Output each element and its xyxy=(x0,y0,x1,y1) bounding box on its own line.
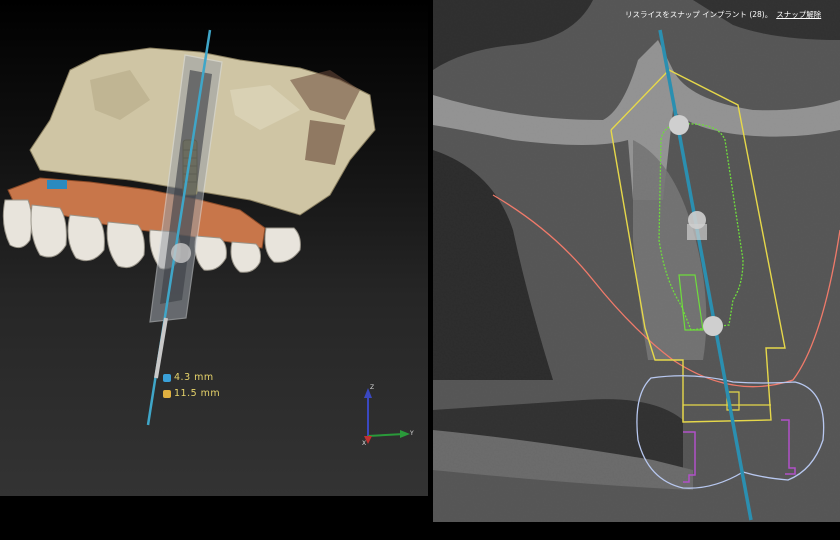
implant-apex-marker xyxy=(171,243,191,263)
3d-render-canvas[interactable] xyxy=(0,0,428,496)
cross-section-pane[interactable]: リスライスをスナップ インプラント (28)。 スナップ解除 xyxy=(433,0,840,522)
snap-undo-link[interactable]: スナップ解除 xyxy=(776,9,821,20)
bottom-bar-left xyxy=(0,496,428,540)
snap-status-bar: リスライスをスナップ インプラント (28)。 スナップ解除 xyxy=(625,9,821,20)
snap-label: リスライスをスナップ インプラント (28)。 xyxy=(625,10,773,19)
diameter-measurement: 4.3 mm xyxy=(163,372,214,383)
diameter-badge-icon xyxy=(163,373,171,382)
gum-marker xyxy=(47,180,67,189)
orientation-gizmo xyxy=(364,388,410,444)
axis-label-x: X xyxy=(362,440,367,447)
3d-view-pane[interactable]: 4.3 mm 11.5 mm Z Y X xyxy=(0,0,428,496)
length-badge-icon xyxy=(163,389,171,398)
axis-label-z: Z xyxy=(370,384,375,391)
bottom-bar-right xyxy=(433,522,840,540)
cross-section-canvas[interactable] xyxy=(433,0,840,522)
axis-label-y: Y xyxy=(410,430,414,437)
diameter-value: 4.3 mm xyxy=(174,372,214,383)
axis-handle-top[interactable] xyxy=(669,115,689,135)
axis-handle-bottom[interactable] xyxy=(703,316,723,336)
length-measurement: 11.5 mm xyxy=(163,388,220,399)
length-value: 11.5 mm xyxy=(174,388,221,399)
